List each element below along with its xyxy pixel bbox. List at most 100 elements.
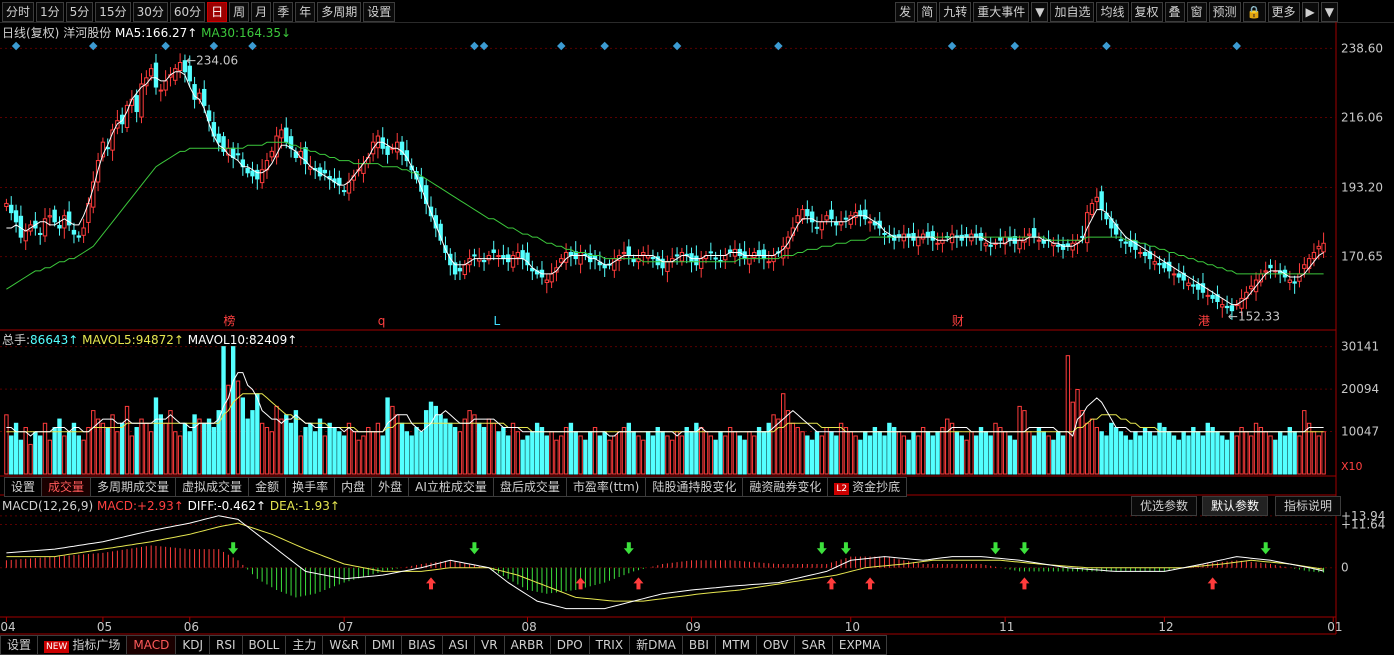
bottom-tab-0[interactable]: 设置 (0, 635, 39, 655)
candle-body-225 (1089, 202, 1095, 215)
bottom-tab-17[interactable]: MTM (715, 635, 757, 655)
volume-bar-178 (863, 431, 868, 475)
indicator-tab-2[interactable]: 多周期成交量 (91, 477, 177, 497)
bottom-tab-12[interactable]: ARBR (504, 635, 551, 655)
indicator-tab-5[interactable]: 换手率 (286, 477, 336, 497)
bottom-tab-19[interactable]: SAR (795, 635, 833, 655)
period-button-11[interactable]: 多周期 (317, 2, 362, 22)
tool-button-6[interactable]: 均线 (1096, 2, 1129, 22)
candle-body-34 (168, 74, 173, 78)
candle-body-113 (549, 273, 554, 283)
candle-body-72 (351, 175, 356, 181)
tool-button-4[interactable]: ▼ (1031, 2, 1049, 22)
candle-body-249 (1205, 294, 1210, 297)
period-button-3[interactable]: 15分 (95, 2, 131, 22)
bottom-tab-14[interactable]: TRIX (589, 635, 631, 655)
volume-bar-24 (120, 422, 125, 475)
period-button-5[interactable]: 60分 (169, 2, 206, 22)
candle-body-6 (33, 220, 38, 229)
bottom-tab-20[interactable]: EXPMA (832, 635, 888, 655)
bottom-tab-1[interactable]: 指标广场 (38, 635, 128, 655)
bottom-tab-9[interactable]: BIAS (402, 635, 443, 655)
tool-button-10[interactable]: 预测 (1208, 2, 1241, 22)
period-button-9[interactable]: 季 (273, 2, 294, 22)
candle-body-205 (993, 242, 998, 246)
volume-bar-192 (930, 435, 935, 475)
candle-body-28 (139, 83, 144, 118)
volume-bar-81 (395, 414, 400, 475)
period-button-2[interactable]: 5分 (65, 2, 94, 22)
event-marker-7 (557, 41, 566, 51)
period-button-6[interactable]: 日 (207, 2, 228, 22)
volume-bar-132 (641, 439, 646, 475)
volume-bar-73 (356, 439, 361, 475)
tool-button-3[interactable]: 重大事件 (973, 2, 1030, 22)
macd-button-1[interactable]: 默认参数 (1202, 496, 1269, 516)
volume-bar-85 (414, 427, 419, 475)
indicator-tab-1[interactable]: 成交量 (42, 477, 92, 497)
candle-body-191 (925, 231, 931, 238)
bottom-tab-6[interactable]: 主力 (286, 635, 324, 655)
bottom-indicator-tabs: 设置指标广场MACDKDJRSIBOLL主力W&RDMIBIASASIVRARB… (0, 635, 888, 655)
tool-button-5[interactable]: 加自选 (1050, 2, 1095, 22)
volume-bar-60 (293, 410, 299, 475)
period-button-4[interactable]: 30分 (132, 2, 168, 22)
volume-bar-51 (250, 410, 255, 475)
volume-bar-84 (409, 435, 414, 475)
candle-body-248 (1200, 283, 1206, 293)
stock-chart[interactable]: ←234.06 ←152.33 榜 q L 财 港 238.60 216.06 193.20 17… (0, 0, 1394, 655)
tool-button-9[interactable]: 窗 (1186, 2, 1207, 22)
candle-body-106 (515, 251, 521, 258)
bottom-tab-11[interactable]: VR (475, 635, 505, 655)
tool-button-7[interactable]: 复权 (1130, 2, 1163, 22)
indicator-tab-9[interactable]: 盘后成交量 (493, 477, 567, 497)
candle-body-180 (872, 221, 878, 226)
tool-button-8[interactable]: 叠 (1164, 2, 1185, 22)
macd-button-2[interactable]: 指标说明 (1275, 496, 1342, 516)
period-button-1[interactable]: 1分 (36, 2, 64, 22)
bottom-tab-5[interactable]: BOLL (242, 635, 287, 655)
bottom-tab-16[interactable]: BBI (682, 635, 716, 655)
indicator-tab-13[interactable]: 资金抄底 (828, 477, 908, 497)
candle-body-204 (988, 244, 993, 247)
tool-button-13[interactable]: ▶ (1301, 2, 1319, 22)
candle-body-53 (259, 169, 265, 184)
indicator-tab-4[interactable]: 金额 (249, 477, 287, 497)
event-label-0: 榜 (223, 313, 235, 328)
macd-button-0[interactable]: 优选参数 (1131, 496, 1198, 516)
tool-button-0[interactable]: 发 (895, 2, 916, 22)
indicator-tab-0[interactable]: 设置 (4, 477, 43, 497)
tool-button-1[interactable]: 简 (917, 2, 938, 22)
indicator-tab-12[interactable]: 融资融券变化 (743, 477, 829, 497)
volume-bar-233 (1128, 439, 1133, 475)
bottom-tab-18[interactable]: OBV (756, 635, 796, 655)
indicator-tab-3[interactable]: 虚拟成交量 (176, 477, 250, 497)
macd-buy-arrow-5 (1019, 577, 1030, 590)
bottom-tab-7[interactable]: W&R (323, 635, 366, 655)
period-button-10[interactable]: 年 (295, 2, 316, 22)
indicator-tab-11[interactable]: 陆股通持股变化 (646, 477, 744, 497)
tool-button-12[interactable]: 更多 (1267, 2, 1300, 22)
period-button-8[interactable]: 月 (251, 2, 272, 22)
tool-button-14[interactable]: ▼ (1320, 2, 1338, 22)
tool-button-11[interactable]: 🔒 (1242, 2, 1266, 22)
diff-label: DIFF: (187, 499, 218, 513)
bottom-tab-13[interactable]: DPO (550, 635, 590, 655)
bottom-tab-10[interactable]: ASI (442, 635, 476, 655)
period-button-0[interactable]: 分时 (2, 2, 35, 22)
bottom-tab-3[interactable]: KDJ (176, 635, 210, 655)
volume-bar-239 (1157, 422, 1162, 475)
bottom-tab-15[interactable]: 新DMA (630, 635, 683, 655)
candle-body-269 (1302, 264, 1307, 269)
indicator-tab-7[interactable]: 外盘 (372, 477, 410, 497)
indicator-tab-8[interactable]: AI立桩成交量 (409, 477, 494, 497)
period-button-12[interactable]: 设置 (363, 2, 396, 22)
tool-button-2[interactable]: 九转 (939, 2, 972, 22)
indicator-tab-6[interactable]: 内盘 (335, 477, 373, 497)
bottom-tab-4[interactable]: RSI (210, 635, 243, 655)
mavol5-line (6, 372, 1324, 437)
bottom-tab-2[interactable]: MACD (127, 635, 177, 655)
bottom-tab-8[interactable]: DMI (365, 635, 403, 655)
period-button-7[interactable]: 周 (229, 2, 250, 22)
indicator-tab-10[interactable]: 市盈率(ttm) (566, 477, 647, 497)
